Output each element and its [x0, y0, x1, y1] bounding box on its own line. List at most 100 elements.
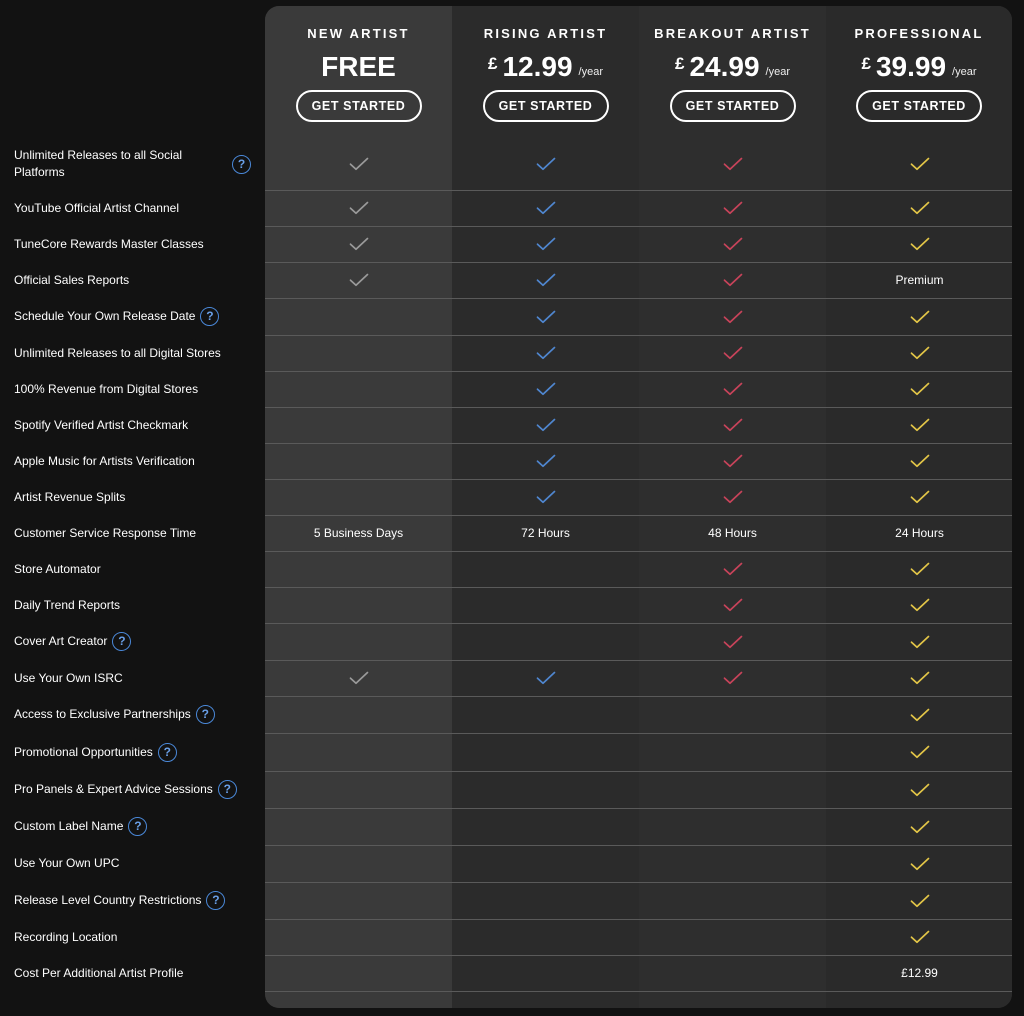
get-started-button[interactable]: GET STARTED: [669, 90, 796, 122]
feature-cell-professional: [826, 479, 1013, 515]
check-icon: [910, 382, 929, 396]
feature-label: Custom Label Name?: [14, 808, 148, 845]
feature-cell-rising-artist: 72 Hours: [521, 526, 570, 540]
check-icon: [910, 237, 929, 251]
price-amount: 39.99: [875, 51, 947, 82]
plan-price: £24.99/year: [639, 50, 826, 90]
feature-cell-new-artist: [265, 138, 452, 190]
check-icon: [723, 201, 742, 215]
feature-cell-breakout-artist: 48 Hours: [708, 526, 757, 540]
plan-header-new-artist: NEW ARTIST FREE GET STARTED: [265, 6, 452, 146]
feature-cell-rising-artist: [452, 443, 639, 479]
get-started-button[interactable]: GET STARTED: [856, 90, 982, 122]
check-icon: [910, 671, 929, 685]
feature-label-text: Cost Per Additional Artist Profile: [14, 965, 184, 980]
feature-label-text: Spotify Verified Artist Checkmark: [14, 417, 189, 432]
plan-price: £39.99/year: [826, 50, 1012, 90]
feature-cell-professional: [826, 882, 1013, 919]
price-period: /year: [765, 66, 790, 78]
feature-label-text: Apple Music for Artists Verification: [14, 453, 195, 468]
feature-label: Use Your Own ISRC: [14, 660, 123, 696]
get-started-button[interactable]: GET STARTED: [482, 90, 609, 122]
get-started-button[interactable]: GET STARTED: [295, 90, 422, 122]
feature-label-text: YouTube Official Artist Channel: [14, 200, 179, 215]
check-icon: [910, 418, 929, 432]
feature-label: TuneCore Rewards Master Classes: [14, 226, 204, 262]
feature-cell-new-artist: [265, 660, 452, 696]
check-icon: [536, 454, 555, 468]
question-circle-icon[interactable]: ?: [200, 307, 220, 326]
plan-price: £12.99/year: [452, 50, 639, 90]
plan-header-professional: PROFESSIONAL £39.99/year GET STARTED: [826, 6, 1012, 146]
check-icon: [910, 745, 929, 759]
check-icon: [723, 454, 742, 468]
question-circle-icon[interactable]: ?: [232, 154, 251, 174]
price-currency: £: [674, 54, 685, 73]
check-icon: [723, 598, 742, 612]
feature-label: Daily Trend Reports: [14, 587, 120, 623]
feature-label-text: Schedule Your Own Release Date: [14, 309, 196, 323]
feature-cell-rising-artist: [452, 226, 639, 262]
feature-label: Spotify Verified Artist Checkmark: [14, 407, 188, 443]
check-icon: [723, 671, 742, 685]
feature-label-text: Recording Location: [14, 929, 118, 944]
feature-label: Recording Location: [14, 919, 117, 955]
feature-label: Promotional Opportunities?: [14, 733, 177, 771]
feature-label: Apple Music for Artists Verification: [14, 443, 195, 479]
feature-label-text: Artist Revenue Splits: [14, 489, 126, 504]
feature-label: Unlimited Releases to all Digital Stores: [14, 335, 221, 371]
check-icon: [349, 237, 368, 251]
check-icon: [723, 418, 742, 432]
check-icon: [910, 857, 929, 870]
plan-price: FREE: [265, 50, 452, 90]
feature-cell-new-artist: 5 Business Days: [313, 526, 404, 540]
check-icon: [910, 346, 929, 360]
question-circle-icon[interactable]: ?: [206, 891, 226, 910]
feature-cell-breakout-artist: [639, 262, 826, 298]
check-icon: [349, 273, 368, 287]
check-icon: [910, 894, 929, 907]
question-circle-icon[interactable]: ?: [195, 705, 215, 724]
feature-label: Artist Revenue Splits: [14, 479, 125, 515]
feature-label-text: Cover Art Creator: [14, 634, 108, 648]
question-circle-icon[interactable]: ?: [112, 632, 132, 651]
price-period: /year: [578, 66, 603, 78]
feature-cell-new-artist: [265, 226, 452, 262]
feature-cell-breakout-artist: [639, 298, 826, 335]
feature-label-text: Unlimited Releases to all Digital Stores: [14, 345, 221, 360]
feature-cell-rising-artist: [452, 479, 639, 515]
check-icon: [910, 635, 929, 648]
check-icon: [723, 382, 742, 396]
feature-cell-breakout-artist: [639, 335, 826, 371]
price-currency: £: [487, 54, 498, 73]
feature-cell-breakout-artist: [639, 623, 826, 660]
check-icon: [536, 418, 555, 432]
feature-label-text: Release Level Country Restrictions: [14, 893, 202, 907]
check-icon: [349, 157, 368, 171]
feature-cell-rising-artist: [452, 407, 639, 443]
question-circle-icon[interactable]: ?: [157, 742, 177, 762]
plan-header-breakout-artist: BREAKOUT ARTIST £24.99/year GET STARTED: [639, 6, 826, 146]
feature-cell-professional: [826, 660, 1013, 696]
check-icon: [723, 273, 742, 287]
feature-cell-breakout-artist: [639, 371, 826, 407]
feature-label-text: Use Your Own ISRC: [14, 670, 123, 685]
check-icon: [536, 273, 555, 287]
plan-name: BREAKOUT ARTIST: [654, 26, 811, 41]
question-circle-icon[interactable]: ?: [217, 780, 237, 799]
feature-cell-professional: [826, 298, 1013, 335]
feature-cell-breakout-artist: [639, 226, 826, 262]
feature-cell-professional: [826, 443, 1013, 479]
feature-cell-professional: [826, 808, 1013, 845]
check-icon: [910, 562, 929, 576]
feature-label-text: Official Sales Reports: [14, 272, 130, 287]
plan-name: RISING ARTIST: [483, 26, 608, 41]
feature-cell-breakout-artist: [639, 443, 826, 479]
feature-cell-rising-artist: [452, 660, 639, 696]
price-period: /year: [952, 66, 977, 78]
check-icon: [536, 201, 555, 215]
question-circle-icon[interactable]: ?: [128, 817, 148, 836]
price-amount: 24.99: [689, 51, 760, 82]
feature-label: Access to Exclusive Partnerships?: [14, 696, 215, 733]
check-icon: [723, 635, 742, 648]
